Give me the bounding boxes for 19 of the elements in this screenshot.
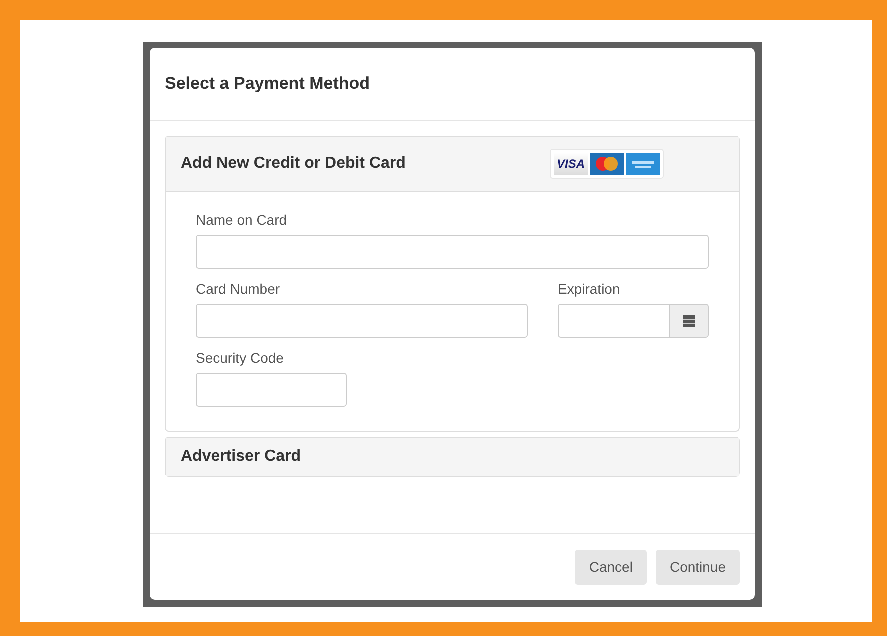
card-number-field[interactable]	[196, 304, 528, 338]
card-logo-icon	[626, 153, 660, 175]
card-logo: VISA	[554, 153, 588, 175]
card-logo-icon	[590, 153, 624, 175]
calendar-icon	[683, 315, 695, 327]
field-label: Security Code	[196, 350, 285, 366]
field-label: Card Number	[196, 281, 282, 297]
expiration-field[interactable]	[558, 304, 669, 338]
dialog-title: Select a Payment Method	[165, 74, 370, 94]
panel-title: Advertiser Card	[181, 448, 302, 466]
field-label: Name on Card	[196, 212, 288, 228]
field-label: Expiration	[558, 281, 622, 297]
dialog-button[interactable]: Continue	[656, 550, 740, 584]
advertiser-panel[interactable]: Advertiser Card	[165, 437, 740, 477]
panel-title: Add New Credit or Debit Card	[181, 155, 406, 173]
calendar-button[interactable]	[669, 304, 709, 338]
security-code-field[interactable]	[196, 373, 347, 407]
dialog-button[interactable]: Cancel	[575, 550, 647, 584]
name-field[interactable]	[196, 235, 709, 269]
